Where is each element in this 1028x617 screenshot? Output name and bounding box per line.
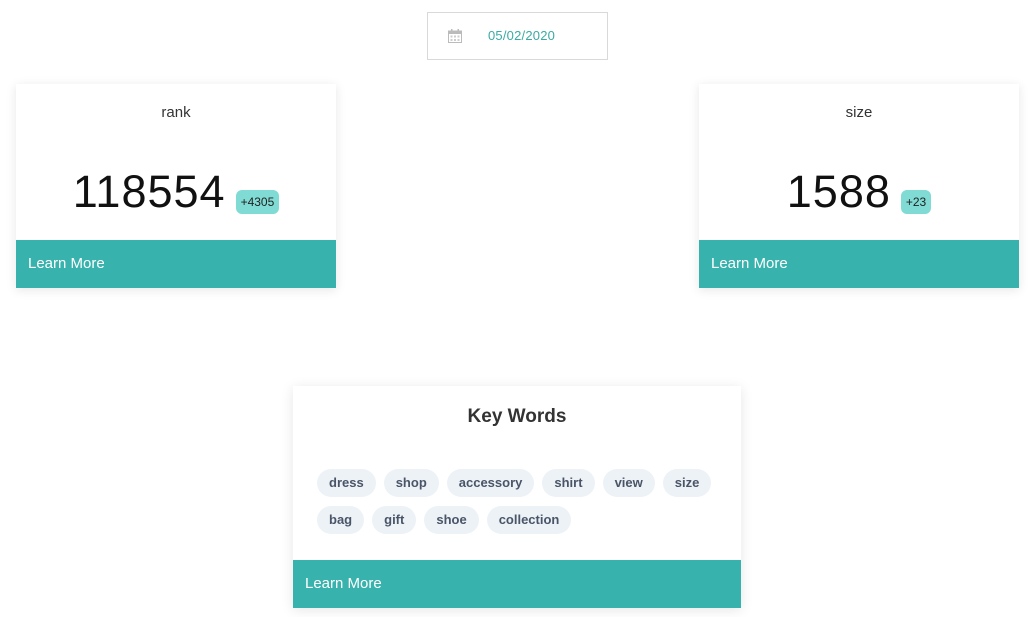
keyword-tag[interactable]: accessory [446,469,535,497]
keyword-tag[interactable]: view [602,469,655,497]
keyword-tag[interactable]: shoe [424,506,479,534]
keyword-tag[interactable]: collection [486,506,572,534]
calendar-icon [448,29,462,43]
keyword-tag[interactable]: bag [317,506,365,534]
rank-learn-more-button[interactable]: Learn More [16,240,336,288]
rank-metric: 118554 +4305 [16,164,336,220]
size-learn-more-button[interactable]: Learn More [699,240,1019,288]
size-value: 1588 [786,166,891,217]
rank-card: rank 118554 +4305 Learn More [16,84,336,288]
rank-delta-badge: +4305 [235,190,280,214]
page: 05/02/2020 rank 118554 +4305 Learn More … [0,0,1028,617]
date-value[interactable]: 05/02/2020 [488,13,555,59]
keyword-tag[interactable]: size [662,469,712,497]
keywords-title: Key Words [467,406,567,427]
date-picker[interactable]: 05/02/2020 [427,12,608,60]
keyword-tag[interactable]: shirt [542,469,595,497]
size-metric: 1588 +23 [699,164,1019,220]
rank-title: rank [161,104,191,121]
keyword-tag[interactable]: dress [317,469,376,497]
size-title: size [845,104,873,121]
keywords-learn-more-button[interactable]: Learn More [293,560,741,608]
keyword-tag[interactable]: gift [372,506,417,534]
keyword-tag-list: dress shop accessory shirt view size bag… [317,469,717,534]
size-delta-badge: +23 [900,190,932,214]
keywords-card: Key Words dress shop accessory shirt vie… [293,386,741,608]
size-card: size 1588 +23 Learn More [699,84,1019,288]
rank-value: 118554 [72,166,226,217]
keyword-tag[interactable]: shop [383,469,439,497]
